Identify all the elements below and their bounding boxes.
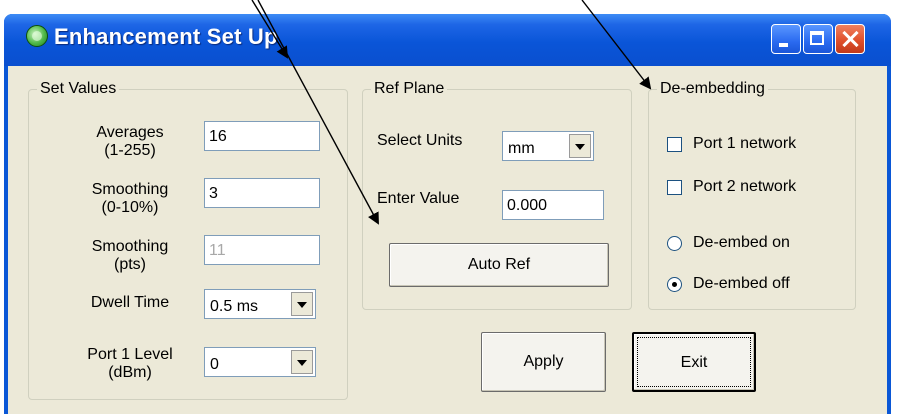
- dialog-window: Enhancement Set Up Set Values Averages (…: [4, 14, 891, 414]
- chevron-down-icon[interactable]: [291, 292, 313, 316]
- maximize-button[interactable]: [803, 24, 833, 54]
- port2-network-checkbox[interactable]: [667, 180, 682, 195]
- enter-value-label: Enter Value: [377, 190, 460, 207]
- chevron-down-icon[interactable]: [569, 134, 591, 158]
- chevron-down-icon[interactable]: [291, 350, 313, 374]
- port2-network-label[interactable]: Port 2 network: [693, 178, 796, 196]
- units-select[interactable]: mm: [502, 131, 594, 161]
- deembed-on-radio[interactable]: [667, 236, 682, 251]
- dwell-time-value: 0.5 ms: [210, 298, 259, 315]
- close-button[interactable]: [835, 24, 865, 54]
- apply-button[interactable]: Apply: [481, 332, 606, 392]
- deembed-off-label[interactable]: De-embed off: [693, 275, 790, 293]
- smoothing-points-label: Smoothing (pts): [91, 238, 169, 273]
- deembed-on-label[interactable]: De-embed on: [693, 234, 790, 252]
- deembedding-legend: De-embedding: [660, 80, 765, 97]
- smoothing-points-input: 11: [204, 235, 320, 265]
- exit-button[interactable]: Exit: [632, 332, 756, 392]
- smoothing-percent-label: Smoothing (0-10%): [91, 181, 169, 216]
- averages-input[interactable]: 16: [204, 121, 320, 151]
- port1-level-value: 0: [210, 356, 219, 373]
- title-bar[interactable]: Enhancement Set Up: [4, 14, 891, 66]
- port1-level-select[interactable]: 0: [204, 347, 316, 377]
- dwell-time-select[interactable]: 0.5 ms: [204, 289, 316, 319]
- averages-label: Averages (1-255): [96, 124, 164, 159]
- ref-value-input[interactable]: 0.000: [502, 190, 604, 220]
- minimize-button[interactable]: [771, 24, 801, 54]
- port1-level-label: Port 1 Level (dBm): [87, 346, 173, 381]
- select-units-label: Select Units: [377, 132, 463, 149]
- units-value: mm: [508, 140, 535, 157]
- window-title: Enhancement Set Up: [54, 24, 278, 49]
- focus-rectangle: [637, 337, 751, 387]
- port1-network-checkbox[interactable]: [667, 137, 682, 152]
- port1-network-label[interactable]: Port 1 network: [693, 135, 796, 153]
- app-icon: [26, 25, 48, 47]
- ref-plane-legend: Ref Plane: [374, 80, 445, 97]
- dwell-time-label: Dwell Time: [90, 294, 170, 311]
- auto-ref-button[interactable]: Auto Ref: [389, 243, 609, 287]
- set-values-legend: Set Values: [40, 80, 117, 97]
- deembed-off-radio[interactable]: [667, 277, 682, 292]
- dialog-client: Set Values Averages (1-255) 16 Smoothing…: [8, 66, 887, 414]
- smoothing-percent-input[interactable]: 3: [204, 178, 320, 208]
